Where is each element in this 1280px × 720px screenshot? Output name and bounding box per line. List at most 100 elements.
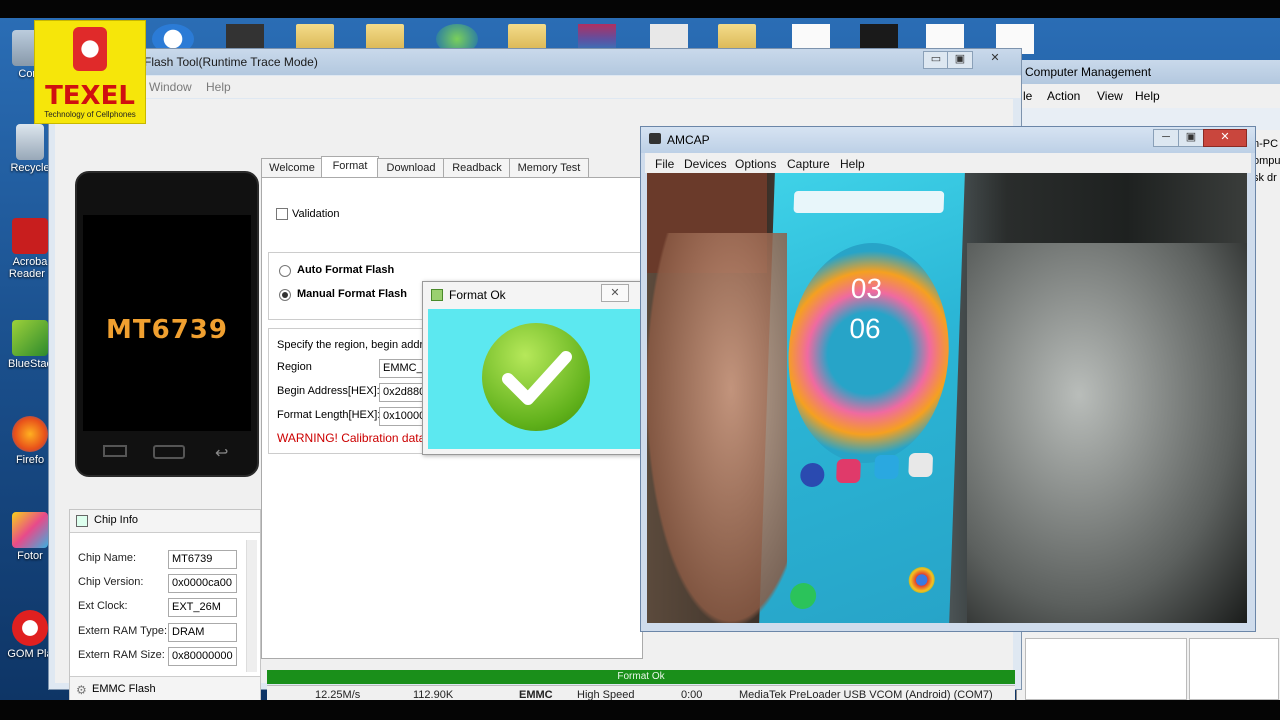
amcap-menubar: File Devices Options Capture Help	[645, 153, 1251, 173]
cm-menu-action[interactable]: Action	[1047, 89, 1080, 103]
computer-management-titlebar: Computer Management	[1017, 60, 1280, 84]
logo-emblem-icon	[73, 27, 107, 71]
ram-type-value: DRAM	[168, 623, 237, 642]
video-clock-hour: 03	[850, 273, 883, 304]
cm-side-text: n-PC ompu sk dr	[1253, 136, 1280, 187]
format-ok-dialog[interactable]: Format Ok ✕	[422, 281, 644, 455]
phone-illustration: MT6739 ↩	[75, 171, 259, 477]
auto-format-radio[interactable]	[279, 265, 291, 277]
chip-info-label: Extern RAM Size:	[78, 649, 165, 661]
close-button[interactable]: ✕	[983, 51, 1007, 67]
tab-welcome[interactable]: Welcome	[261, 158, 323, 177]
video-phone-app-icon	[789, 583, 817, 609]
manual-format-label: Manual Format Flash	[297, 288, 408, 300]
desktop-icon-label: Fotor	[17, 550, 43, 562]
video-app-icon	[874, 455, 900, 479]
fotor-icon	[12, 512, 48, 548]
menu-window[interactable]: Window	[149, 80, 192, 94]
cm-pane	[1189, 638, 1279, 700]
video-hand	[647, 233, 787, 623]
chip-info-row: Extern RAM Size:	[78, 649, 165, 667]
cm-text-line: ompu	[1253, 155, 1280, 167]
logo-title: TEXEL	[45, 81, 135, 111]
ext-clock-value: EXT_26M	[168, 598, 237, 617]
video-app-icon	[836, 459, 861, 483]
video-chrome-icon	[908, 567, 936, 593]
validation-label: Validation	[292, 208, 340, 220]
desktop-icon-label: GOM Pla	[7, 648, 53, 660]
desktop-icon-label: Recycle	[10, 162, 50, 174]
calibration-warning: WARNING! Calibration data	[277, 431, 426, 445]
progress-bar: Format Ok	[267, 670, 1015, 684]
video-clock-minute: 06	[848, 313, 882, 344]
desktop-icon-label: BlueStac	[7, 358, 53, 370]
amcap-minimize-button[interactable]: ─	[1153, 129, 1179, 147]
begin-address-label: Begin Address[HEX]:	[277, 385, 380, 397]
tab-memory-test[interactable]: Memory Test	[509, 158, 589, 177]
amcap-menu-capture[interactable]: Capture	[787, 157, 830, 171]
chip-info-row: Extern RAM Type:	[78, 625, 167, 643]
ram-size-value: 0x80000000	[168, 647, 237, 666]
cm-menu-view[interactable]: View	[1097, 89, 1123, 103]
amcap-menu-devices[interactable]: Devices	[684, 157, 727, 171]
tab-download[interactable]: Download	[377, 158, 445, 177]
chip-info-label: Extern RAM Type:	[78, 625, 168, 637]
video-app-icon	[799, 463, 825, 487]
desktop-icon-label: Acroba Reader I	[8, 256, 51, 280]
video-search-bar	[793, 191, 945, 213]
amcap-menu-file[interactable]: File	[655, 157, 674, 171]
chip-info-row: Chip Name:	[78, 552, 136, 570]
amcap-maximize-button[interactable]: ▣	[1178, 129, 1204, 147]
amcap-titlebar: AMCAP ─ ▣ ✕	[641, 127, 1255, 153]
bluestacks-icon	[12, 320, 48, 356]
format-length-label: Format Length[HEX]:	[277, 409, 381, 421]
camera-video-feed: 03 06	[647, 173, 1247, 623]
tab-format[interactable]: Format	[321, 156, 379, 178]
video-app-icon	[908, 453, 934, 477]
chip-info-label: Ext Clock:	[78, 600, 128, 612]
chip-info-row: Ext Clock:	[78, 600, 128, 618]
radio-dot	[282, 292, 288, 298]
format-ok-body	[428, 309, 642, 449]
amcap-menu-options[interactable]: Options	[735, 157, 776, 171]
top-black-bar	[0, 0, 1280, 18]
menu-key-icon	[103, 445, 127, 457]
chip-version-value: 0x0000ca00	[168, 574, 237, 593]
dialog-close-button[interactable]: ✕	[601, 284, 629, 302]
bottom-black-bar	[0, 700, 1280, 720]
validation-checkbox[interactable]	[276, 208, 288, 220]
flash-tool-title: Flash Tool(Runtime Trace Mode)	[144, 55, 318, 69]
manual-format-radio[interactable]	[279, 289, 291, 301]
chip-info-title: Chip Info	[94, 514, 139, 526]
emmc-flash-section[interactable]: ⚙ EMMC Flash	[70, 676, 260, 703]
video-fabric	[967, 243, 1247, 623]
back-key-icon: ↩	[215, 445, 229, 462]
phone-screen: MT6739	[83, 215, 251, 431]
minimize-button[interactable]: ▭	[923, 51, 949, 69]
flash-tool-menubar: Window Help	[49, 76, 1021, 98]
amcap-title: AMCAP	[667, 133, 710, 147]
progress-label: Format	[617, 671, 650, 682]
flash-tool-titlebar: Flash Tool(Runtime Trace Mode) ▭ ▣ ✕	[49, 49, 1021, 75]
chip-info-header: Chip Info	[70, 510, 260, 533]
tab-readback[interactable]: Readback	[443, 158, 511, 177]
cm-menu-help[interactable]: Help	[1135, 89, 1160, 103]
emmc-flash-label: EMMC Flash	[92, 683, 156, 695]
chip-info-scrollbar[interactable]	[246, 540, 257, 672]
chip-info-label: Chip Version:	[78, 576, 144, 588]
firefox-icon	[12, 416, 48, 452]
chip-icon	[76, 515, 88, 527]
specify-region-text: Specify the region, begin addres	[277, 339, 435, 351]
amcap-close-button[interactable]: ✕	[1203, 129, 1247, 147]
menu-help[interactable]: Help	[206, 80, 231, 94]
texel-logo: TEXEL Technology of Cellphones	[34, 20, 146, 124]
maximize-button[interactable]: ▣	[947, 51, 973, 69]
amcap-window[interactable]: AMCAP ─ ▣ ✕ File Devices Options Capture…	[640, 126, 1256, 632]
region-label: Region	[277, 361, 312, 373]
cm-text-line: n-PC	[1253, 138, 1279, 150]
amcap-menu-help[interactable]: Help	[840, 157, 865, 171]
cm-menu-file[interactable]: le	[1023, 89, 1032, 103]
recycle-bin-icon	[16, 124, 44, 160]
camera-icon	[649, 133, 661, 144]
checkmark-svg	[502, 351, 572, 405]
